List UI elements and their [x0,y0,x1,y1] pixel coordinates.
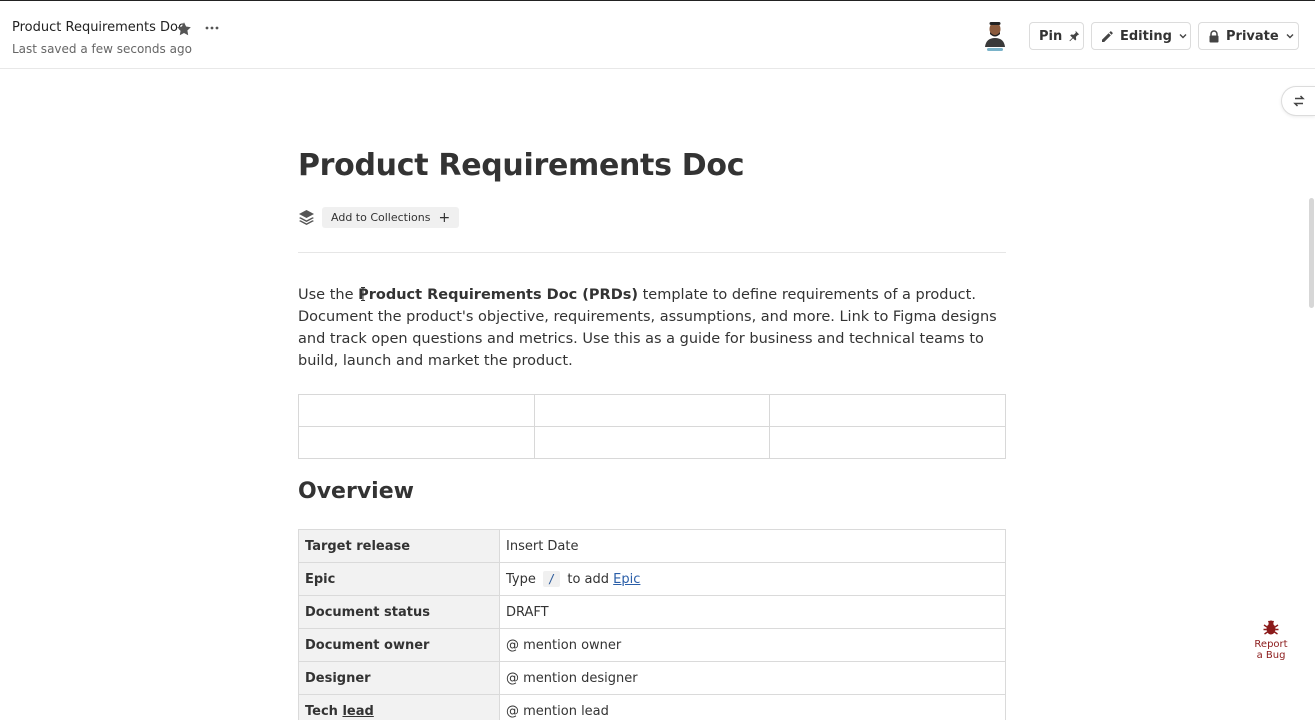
table-cell[interactable] [769,394,1006,427]
title-divider [298,252,1006,253]
overview-value-designer[interactable]: @ mention designer [499,661,1006,695]
add-to-collections-label: Add to Collections [331,211,431,224]
overview-value-tech-lead[interactable]: @ mention lead [499,694,1006,720]
table-row: Tech lead @ mention lead [298,694,1006,720]
avatar[interactable] [983,21,1007,47]
page-header: Product Requirements Doc Last saved a fe… [0,1,1315,69]
avatar-presence-indicator [987,48,1003,51]
tech-lead-prefix: Tech [305,703,338,719]
empty-table[interactable] [298,394,1006,459]
table-row: Document status DRAFT [298,595,1006,629]
tech-lead-link[interactable]: lead [342,704,373,719]
overview-key-designer[interactable]: Designer [298,661,500,695]
report-bug-line2: a Bug [1256,650,1286,661]
overview-key-document-owner[interactable]: Document owner [298,628,500,662]
table-row: Document owner @ mention owner [298,628,1006,662]
table-cell[interactable] [298,426,535,459]
report-bug-line1: Report [1254,639,1288,650]
chevron-down-icon [1285,31,1295,41]
table-cell[interactable] [298,394,535,427]
page-title[interactable]: Product Requirements Doc [298,148,745,183]
overview-value-document-status[interactable]: DRAFT [499,595,1006,629]
slash-command-code: / [543,570,561,587]
table-row [298,426,1006,459]
epic-text-prefix: Type [506,571,536,587]
editing-label: Editing [1120,28,1172,44]
intro-text-bold: Product Requirements Doc (PRDs) [358,287,639,303]
overview-key-tech-lead[interactable]: Tech lead [298,694,500,720]
lock-icon [1208,29,1220,43]
plus-icon: + [438,209,451,226]
text-cursor-icon [360,286,366,301]
bug-icon [1263,620,1279,635]
epic-text-mid: to add [567,571,610,587]
star-icon[interactable] [176,21,192,37]
table-row: Designer @ mention designer [298,661,1006,695]
overview-value-document-owner[interactable]: @ mention owner [499,628,1006,662]
overview-key-epic[interactable]: Epic [298,562,500,596]
add-to-collections-button[interactable]: Add to Collections + [322,207,460,228]
table-cell[interactable] [533,426,771,459]
intro-text-prefix: Use the [298,287,359,303]
overview-value-epic[interactable]: Type / to add Epic [499,562,1006,596]
vertical-scrollbar[interactable] [1308,70,1315,720]
overview-table: Target release Insert Date Epic Type / t… [298,529,1006,720]
saved-status: Last saved a few seconds ago [12,42,192,56]
table-row: Target release Insert Date [298,529,1006,563]
editing-mode-button[interactable]: Editing [1091,22,1191,50]
table-row [298,394,1006,427]
header-doc-title[interactable]: Product Requirements Doc [12,20,185,35]
overview-key-document-status[interactable]: Document status [298,595,500,629]
overview-value-target-release[interactable]: Insert Date [499,529,1006,563]
report-bug-button[interactable]: Report a Bug [1252,619,1290,661]
table-cell[interactable] [533,394,771,427]
chevron-down-icon [1178,31,1188,41]
privacy-button[interactable]: Private [1198,22,1299,50]
pin-icon [1068,30,1080,42]
layers-icon [298,209,315,226]
epic-link[interactable]: Epic [613,572,640,587]
swap-icon [1292,94,1306,108]
more-icon[interactable] [204,20,220,36]
private-label: Private [1226,28,1279,44]
overview-key-target-release[interactable]: Target release [298,529,500,563]
table-row: Epic Type / to add Epic [298,562,1006,596]
scrollbar-thumb[interactable] [1309,198,1314,308]
pin-button[interactable]: Pin [1029,22,1084,50]
pencil-icon [1101,30,1114,43]
pin-label: Pin [1039,28,1063,44]
intro-paragraph[interactable]: Use the Product Requirements Doc (PRDs) … [298,284,1010,372]
table-cell[interactable] [769,426,1006,459]
overview-heading[interactable]: Overview [298,479,414,504]
